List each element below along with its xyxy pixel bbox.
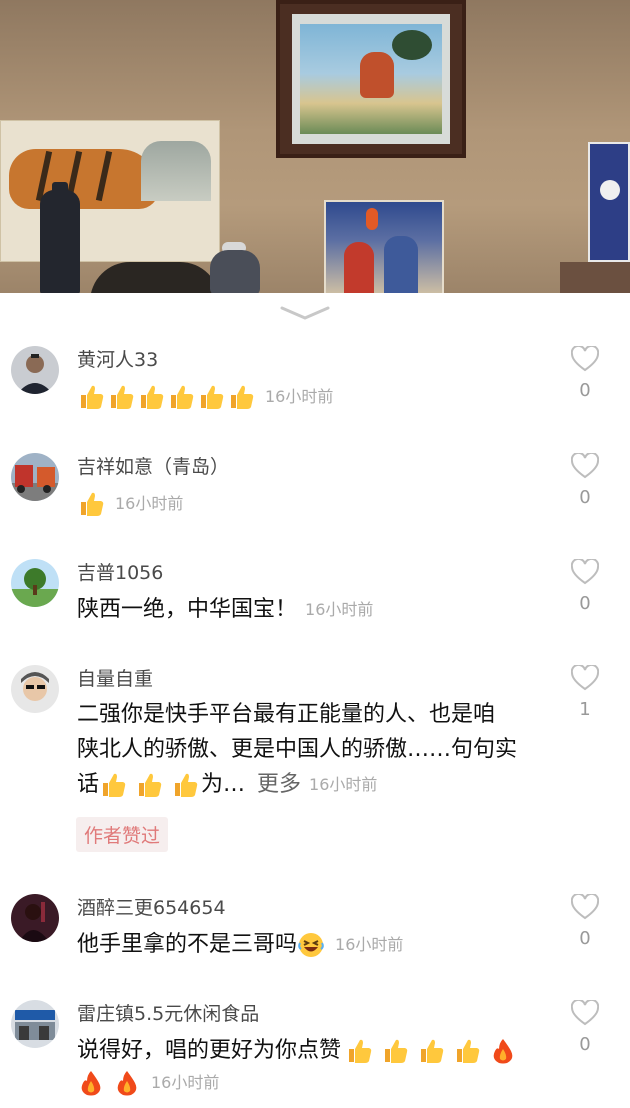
- comment-line: 话 为… 更多 16小时前: [77, 768, 377, 802]
- comment-username[interactable]: 吉祥如意（青岛）: [77, 453, 229, 481]
- tiger-painting: [0, 120, 220, 262]
- jar: [210, 250, 260, 293]
- fire-emoji: [113, 1069, 141, 1097]
- comment-time: 16小时前: [151, 1073, 220, 1092]
- avatar[interactable]: [11, 346, 59, 394]
- poster-figure: [344, 242, 374, 293]
- like-count: 0: [579, 1034, 591, 1055]
- thumbs-up-emoji: [135, 771, 163, 799]
- heart-outline-icon[interactable]: [570, 557, 600, 585]
- comment-username[interactable]: 黄河人33: [77, 346, 158, 374]
- like-count: 0: [579, 380, 591, 401]
- comment-username[interactable]: 雷庄镇5.5元休闲食品: [77, 1000, 259, 1028]
- thumbs-row: [99, 768, 201, 802]
- comment-time: 16小时前: [265, 387, 334, 406]
- comment-body: 他手里拿的不是三哥吗 16小时前: [77, 928, 403, 962]
- flag: [588, 142, 630, 262]
- poster-figure: [384, 236, 418, 293]
- poster: [324, 200, 444, 293]
- comment-body: 陕西一绝，中华国宝！ 16小时前: [77, 593, 373, 627]
- framed-painting: [276, 0, 466, 158]
- avatar[interactable]: [11, 894, 59, 942]
- thumbs-up-emoji: [167, 383, 195, 411]
- thumbs-up-emoji: [171, 771, 199, 799]
- thumbs-up-emoji: [77, 490, 105, 518]
- avatar[interactable]: [11, 453, 59, 501]
- frame-mat: [292, 14, 450, 144]
- vase: [40, 190, 80, 293]
- thumbs-up-emoji: [417, 1037, 445, 1065]
- heart-outline-icon[interactable]: [570, 998, 600, 1026]
- more-link[interactable]: 更多: [257, 772, 301, 797]
- comment-line: 陕北人的骄傲、更是中国人的骄傲……句句实: [77, 737, 518, 762]
- fire-emoji: [489, 1037, 517, 1065]
- thumbs-up-emoji: [453, 1037, 481, 1065]
- thumbs-up-emoji: [107, 383, 135, 411]
- comment-username[interactable]: 吉普1056: [77, 559, 163, 587]
- fire-emoji: [77, 1069, 105, 1097]
- thumbs-row: [341, 1034, 519, 1068]
- video-background: [0, 0, 630, 293]
- painting-tree: [392, 30, 432, 60]
- thumbs-up-emoji: [345, 1037, 373, 1065]
- laughing-emoji: [297, 931, 325, 959]
- thumbs-up-emoji: [77, 383, 105, 411]
- comment-body: 16小时前: [77, 380, 333, 414]
- avatar[interactable]: [11, 665, 59, 713]
- comment-body-continued: 16小时前: [77, 1066, 219, 1100]
- comment-time: 16小时前: [115, 494, 184, 513]
- thumbs-up-emoji: [197, 383, 225, 411]
- comment-username[interactable]: 自量自重: [77, 665, 153, 693]
- like-count: 0: [579, 593, 591, 614]
- avatar[interactable]: [11, 559, 59, 607]
- heart-outline-icon[interactable]: [570, 344, 600, 372]
- heart-outline-icon[interactable]: [570, 451, 600, 479]
- comment-body: 16小时前: [77, 487, 183, 521]
- flag-emblem: [600, 180, 620, 200]
- like-count: 0: [579, 928, 591, 949]
- painting-mountains: [141, 141, 211, 201]
- heart-outline-icon[interactable]: [570, 663, 600, 691]
- comment-line: 二强你是快手平台最有正能量的人、也是咱: [77, 702, 496, 727]
- tiger-figure: [9, 149, 159, 209]
- comment-text: 话: [77, 772, 100, 797]
- furniture: [560, 262, 630, 293]
- comment-username[interactable]: 酒醉三更654654: [77, 894, 226, 922]
- painting-figure: [360, 52, 394, 98]
- comment-body: 说得好，唱的更好为你点赞: [77, 1034, 519, 1068]
- chevron-down-icon[interactable]: [280, 305, 330, 321]
- comment-time: 16小时前: [309, 775, 378, 794]
- heart-outline-icon[interactable]: [570, 892, 600, 920]
- avatar[interactable]: [11, 1000, 59, 1048]
- comment-text: 为…: [201, 772, 246, 797]
- painting-scene: [300, 24, 442, 134]
- comment-time: 16小时前: [305, 600, 374, 619]
- like-count: 1: [579, 699, 591, 720]
- thumbs-row: [77, 380, 257, 414]
- thumbs-up-emoji: [137, 383, 165, 411]
- thumbs-up-emoji: [227, 383, 255, 411]
- comment-text: 他手里拿的不是三哥吗: [77, 932, 298, 957]
- thumbs-up-emoji: [381, 1037, 409, 1065]
- comment-sheet: 黄河人33 16小时前 0 吉祥如意（青岛） 16小时前 0 吉普1056 陕西…: [0, 293, 630, 1102]
- poster-torch: [366, 208, 378, 230]
- like-count: 0: [579, 487, 591, 508]
- author-liked-badge: 作者赞过: [76, 817, 169, 852]
- thumbs-up-emoji: [99, 771, 127, 799]
- thumbs-row: [77, 487, 107, 521]
- comment-text: 说得好，唱的更好为你点赞: [77, 1038, 342, 1063]
- comment-text: 陕西一绝，中华国宝！: [77, 597, 298, 622]
- comment-time: 16小时前: [335, 935, 404, 954]
